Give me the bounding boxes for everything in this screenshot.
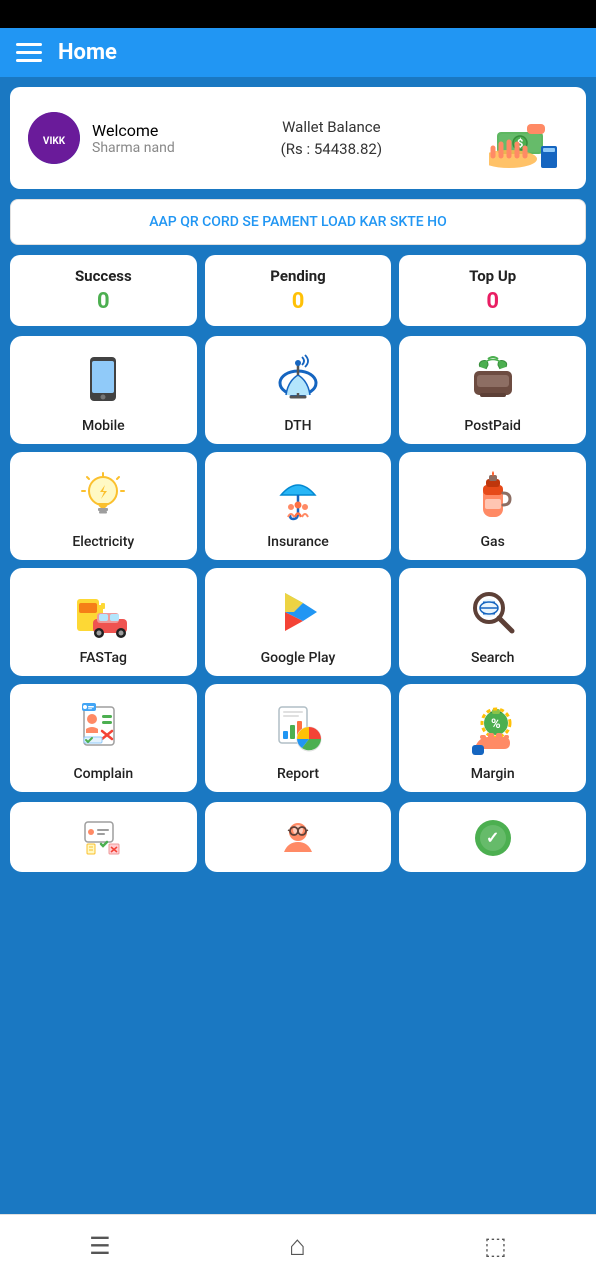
service-label-margin: Margin xyxy=(471,766,515,782)
service-gas[interactable]: Gas xyxy=(399,452,586,560)
postpaid-icon xyxy=(461,350,525,410)
stat-value-success: 0 xyxy=(97,289,110,314)
service-postpaid[interactable]: PostPaid xyxy=(399,336,586,444)
service-report[interactable]: Report xyxy=(205,684,392,792)
status-bar xyxy=(0,0,596,28)
stat-label-success: Success xyxy=(75,267,132,285)
svg-text:VIKK: VIKK xyxy=(43,136,66,147)
svg-text:✓: ✓ xyxy=(486,828,499,847)
partial-card-1[interactable] xyxy=(10,802,197,872)
qr-banner[interactable]: AAP QR CORD SE PAMENT LOAD KAR SKTE HO xyxy=(10,199,586,245)
header-title: Home xyxy=(58,40,117,65)
main-content: VIKK Welcome Sharma nand Wallet Balance … xyxy=(0,77,596,1214)
fastag-icon xyxy=(71,582,135,642)
wallet-amount: (Rs : 54438.82) xyxy=(281,140,382,158)
mobile-icon xyxy=(71,350,135,410)
partial-card-3[interactable]: ✓ xyxy=(399,802,586,872)
complain-icon xyxy=(71,698,135,758)
service-label-gas: Gas xyxy=(481,534,505,550)
welcome-text: Welcome Sharma nand xyxy=(92,121,175,156)
partial-cards-row: ✓ xyxy=(10,802,586,872)
nav-back-button[interactable]: ⬚ xyxy=(464,1228,527,1264)
service-complain[interactable]: Complain xyxy=(10,684,197,792)
welcome-card: VIKK Welcome Sharma nand Wallet Balance … xyxy=(10,87,586,189)
service-fastag[interactable]: FASTag xyxy=(10,568,197,676)
money-hand-icon: $ xyxy=(488,103,568,173)
insurance-icon xyxy=(266,466,330,526)
stat-card-topup[interactable]: Top Up 0 xyxy=(399,255,586,326)
service-label-googleplay: Google Play xyxy=(261,650,336,666)
service-label-electricity: Electricity xyxy=(72,534,134,550)
services-grid: Mobile DTH xyxy=(10,336,586,792)
electricity-icon xyxy=(71,466,135,526)
service-insurance[interactable]: Insurance xyxy=(205,452,392,560)
dth-icon xyxy=(266,350,330,410)
stat-value-pending: 0 xyxy=(292,289,305,314)
qr-banner-text: AAP QR CORD SE PAMENT LOAD KAR SKTE HO xyxy=(149,214,447,230)
partial-card-2[interactable] xyxy=(205,802,392,872)
nav-menu-button[interactable]: ☰ xyxy=(69,1228,131,1264)
stat-card-pending[interactable]: Pending 0 xyxy=(205,255,392,326)
service-label-search: Search xyxy=(471,650,514,666)
header: Home xyxy=(0,28,596,77)
margin-icon: % xyxy=(461,698,525,758)
service-googleplay[interactable]: Google Play xyxy=(205,568,392,676)
avatar: VIKK xyxy=(28,112,80,164)
service-search[interactable]: Search xyxy=(399,568,586,676)
stat-value-topup: 0 xyxy=(486,289,499,314)
wallet-label: Wallet Balance xyxy=(282,118,381,136)
stat-label-topup: Top Up xyxy=(469,267,516,285)
service-label-fastag: FASTag xyxy=(80,650,127,666)
bottom-nav: ☰ ⌂ ⬚ xyxy=(0,1214,596,1280)
service-margin[interactable]: % Margin xyxy=(399,684,586,792)
service-dth[interactable]: DTH xyxy=(205,336,392,444)
service-label-report: Report xyxy=(277,766,319,782)
stats-row: Success 0 Pending 0 Top Up 0 xyxy=(10,255,586,326)
svg-text:%: % xyxy=(491,717,501,732)
nav-home-icon: ⌂ xyxy=(289,1229,306,1262)
nav-menu-icon: ☰ xyxy=(89,1232,111,1260)
service-electricity[interactable]: Electricity xyxy=(10,452,197,560)
service-label-mobile: Mobile xyxy=(82,418,125,434)
gas-icon xyxy=(461,466,525,526)
stat-label-pending: Pending xyxy=(270,267,325,285)
service-label-postpaid: PostPaid xyxy=(464,418,521,434)
service-label-dth: DTH xyxy=(284,418,311,434)
search-icon xyxy=(461,582,525,642)
wallet-info: Wallet Balance (Rs : 54438.82) xyxy=(281,116,382,161)
welcome-label: Welcome xyxy=(92,121,175,140)
hamburger-menu[interactable] xyxy=(16,43,42,62)
welcome-left: VIKK Welcome Sharma nand xyxy=(28,112,175,164)
googleplay-icon xyxy=(266,582,330,642)
service-label-insurance: Insurance xyxy=(267,534,329,550)
report-icon xyxy=(266,698,330,758)
service-label-complain: Complain xyxy=(74,766,134,782)
nav-back-icon: ⬚ xyxy=(484,1232,507,1260)
nav-home-button[interactable]: ⌂ xyxy=(269,1225,326,1266)
stat-card-success[interactable]: Success 0 xyxy=(10,255,197,326)
service-mobile[interactable]: Mobile xyxy=(10,336,197,444)
user-name: Sharma nand xyxy=(92,140,175,156)
